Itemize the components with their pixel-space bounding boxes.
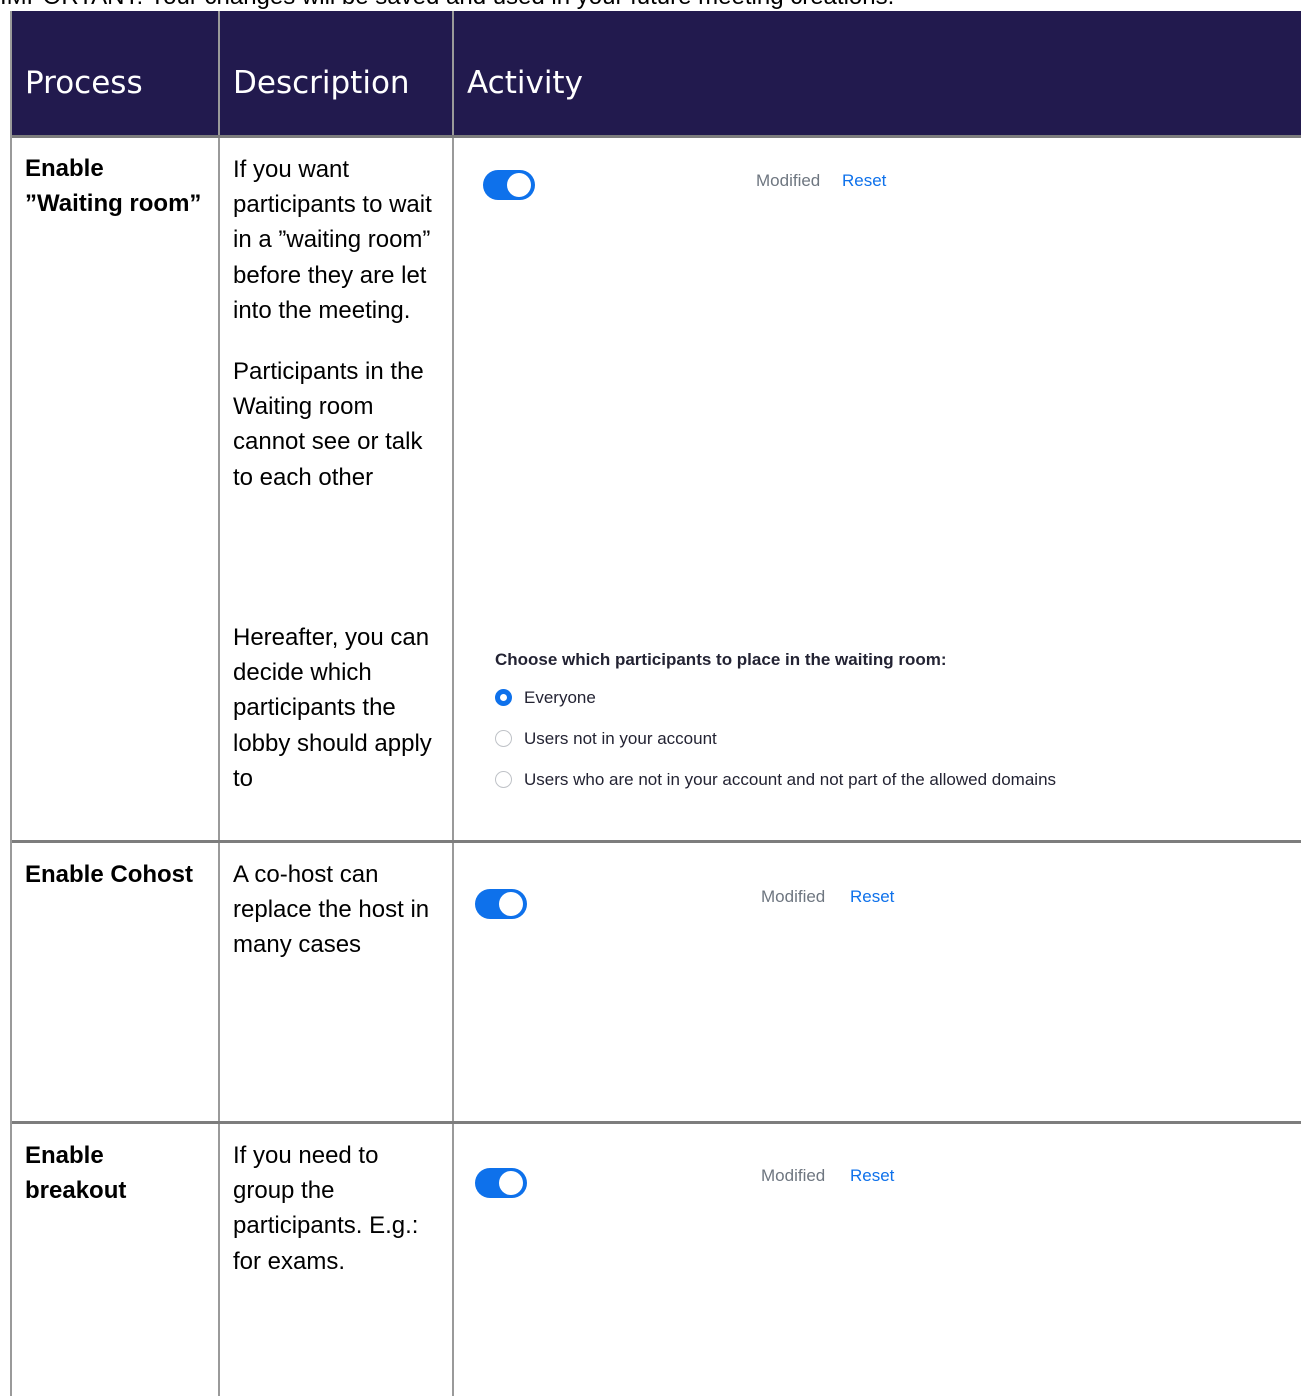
reset-link[interactable]: Reset xyxy=(842,170,886,192)
radio-button[interactable] xyxy=(495,689,512,707)
radio-label: Users not in your account xyxy=(524,729,717,748)
toggle-knob xyxy=(507,173,531,197)
process-cohost: Enable Cohost xyxy=(25,861,194,888)
radio-option-everyone[interactable]: Everyone xyxy=(495,686,596,710)
process-breakout: Enable breakout xyxy=(25,1142,127,1205)
description-paragraph: If you want participants to wait in a ”w… xyxy=(233,156,432,324)
description-breakout: If you need to group the participants. E… xyxy=(233,1142,419,1275)
description-waiting-room: If you want participants to wait in a ”w… xyxy=(233,152,445,495)
radio-label: Users who are not in your account and no… xyxy=(524,770,1057,789)
intro-note: IMPORTANT: Your changes will be saved an… xyxy=(0,0,1301,11)
header-process: Process xyxy=(25,65,143,101)
table-header: Process Description Activity xyxy=(12,11,1301,135)
description-cohost: A co-host can replace the host in many c… xyxy=(233,861,430,959)
toggle-knob xyxy=(499,892,523,916)
breakout-toggle[interactable] xyxy=(475,1168,527,1198)
column-divider xyxy=(218,11,220,1396)
header-description: Description xyxy=(233,65,410,101)
modified-label: Modified xyxy=(761,1166,826,1185)
toggle-knob xyxy=(499,1171,523,1195)
waiting-room-toggle[interactable] xyxy=(483,170,535,200)
radio-option-not-in-allowed-domains[interactable]: Users who are not in your account and no… xyxy=(495,768,1056,792)
settings-table: Process Description Activity Enable ”Wai… xyxy=(10,11,1301,1396)
row-divider xyxy=(12,1121,1301,1124)
radio-option-not-in-account[interactable]: Users not in your account xyxy=(495,727,717,751)
cohost-toggle[interactable] xyxy=(475,889,527,919)
reset-link[interactable]: Reset xyxy=(850,1165,894,1187)
column-divider xyxy=(452,11,454,1396)
description-waiting-room-lobby: Hereafter, you can decide which particip… xyxy=(233,624,432,792)
radio-button[interactable] xyxy=(495,730,512,748)
header-activity: Activity xyxy=(467,65,583,101)
modified-label: Modified xyxy=(761,887,826,906)
process-waiting-room: Enable ”Waiting room” xyxy=(25,155,202,218)
radio-label: Everyone xyxy=(524,688,596,707)
row-divider xyxy=(12,840,1301,843)
row-divider xyxy=(12,135,1301,138)
reset-link[interactable]: Reset xyxy=(850,886,894,908)
waiting-room-options-title: Choose which participants to place in th… xyxy=(495,650,947,669)
modified-label: Modified xyxy=(756,171,821,190)
radio-button[interactable] xyxy=(495,771,512,789)
description-paragraph: Participants in the Waiting room cannot … xyxy=(233,358,424,491)
